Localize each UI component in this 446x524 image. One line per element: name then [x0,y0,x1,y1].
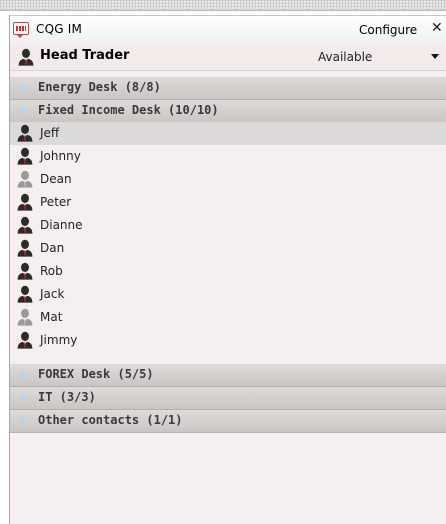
triangle-right-icon [20,83,26,93]
contact-row-johnny[interactable]: Johnny [10,145,446,168]
trader-person-icon [17,285,33,303]
trader-person-icon [17,262,33,280]
configure-link[interactable]: Configure [359,23,417,37]
fixed-income-contact-list: Jeff Johnny Dean Peter Dianne Dan Rob Ja… [10,122,446,368]
trader-person-icon [17,124,33,142]
trader-person-icon [18,48,34,66]
contact-row-dan[interactable]: Dan [10,237,446,260]
contact-name: Rob [40,264,63,278]
chevron-down-icon [431,54,439,59]
title-bar: CQG IM Configure ✕ [10,16,446,44]
contact-name: Jack [40,287,65,301]
contact-name: Dan [40,241,65,255]
contact-row-jack[interactable]: Jack [10,283,446,306]
current-user-row: Head Trader Available [10,44,446,71]
trader-person-icon [17,193,33,211]
contact-row-jeff[interactable]: Jeff [10,122,446,145]
contact-name: Johnny [40,149,81,163]
status-dropdown[interactable]: Available [310,48,446,66]
trader-person-icon [17,331,33,349]
trader-person-icon [17,216,33,234]
trader-person-offline-icon [17,170,33,188]
trader-person-icon [17,147,33,165]
group-label: FOREX Desk (5/5) [38,367,154,381]
app-title: CQG IM [36,22,83,36]
group-header-it[interactable]: IT (3/3) [10,387,446,410]
close-icon[interactable]: ✕ [431,20,443,36]
group-label: Other contacts (1/1) [38,413,183,427]
status-value: Available [318,50,373,64]
group-header-other-contacts[interactable]: Other contacts (1/1) [10,410,446,433]
contact-row-rob[interactable]: Rob [10,260,446,283]
contact-row-dianne[interactable]: Dianne [10,214,446,237]
contact-name: Mat [40,310,63,324]
triangle-right-icon [20,416,26,426]
contact-row-dean[interactable]: Dean [10,168,446,191]
triangle-right-icon [20,393,26,403]
cqg-im-panel: CQG IM Configure ✕ Head Trader Available… [9,15,446,524]
contact-name: Dianne [40,218,83,232]
contact-name: Peter [40,195,72,209]
contact-row-peter[interactable]: Peter [10,191,446,214]
contact-row-jimmy[interactable]: Jimmy [10,329,446,352]
triangle-down-icon [18,108,28,114]
group-label: Fixed Income Desk (10/10) [38,103,219,117]
triangle-right-icon [20,370,26,380]
top-edge-pattern [0,0,446,11]
group-header-forex-desk[interactable]: FOREX Desk (5/5) [10,364,446,387]
contact-name: Jeff [40,126,60,140]
trader-person-icon [17,239,33,257]
contact-row-mat[interactable]: Mat [10,306,446,329]
group-label: IT (3/3) [38,390,96,404]
group-header-energy-desk[interactable]: Energy Desk (8/8) [10,77,446,100]
current-user-name: Head Trader [40,48,130,63]
trader-person-offline-icon [17,308,33,326]
contact-name: Dean [40,172,72,186]
group-header-fixed-income-desk[interactable]: Fixed Income Desk (10/10) [10,100,446,123]
group-label: Energy Desk (8/8) [38,80,161,94]
cqg-speech-bubble-icon [13,22,29,38]
contact-name: Jimmy [40,333,78,347]
